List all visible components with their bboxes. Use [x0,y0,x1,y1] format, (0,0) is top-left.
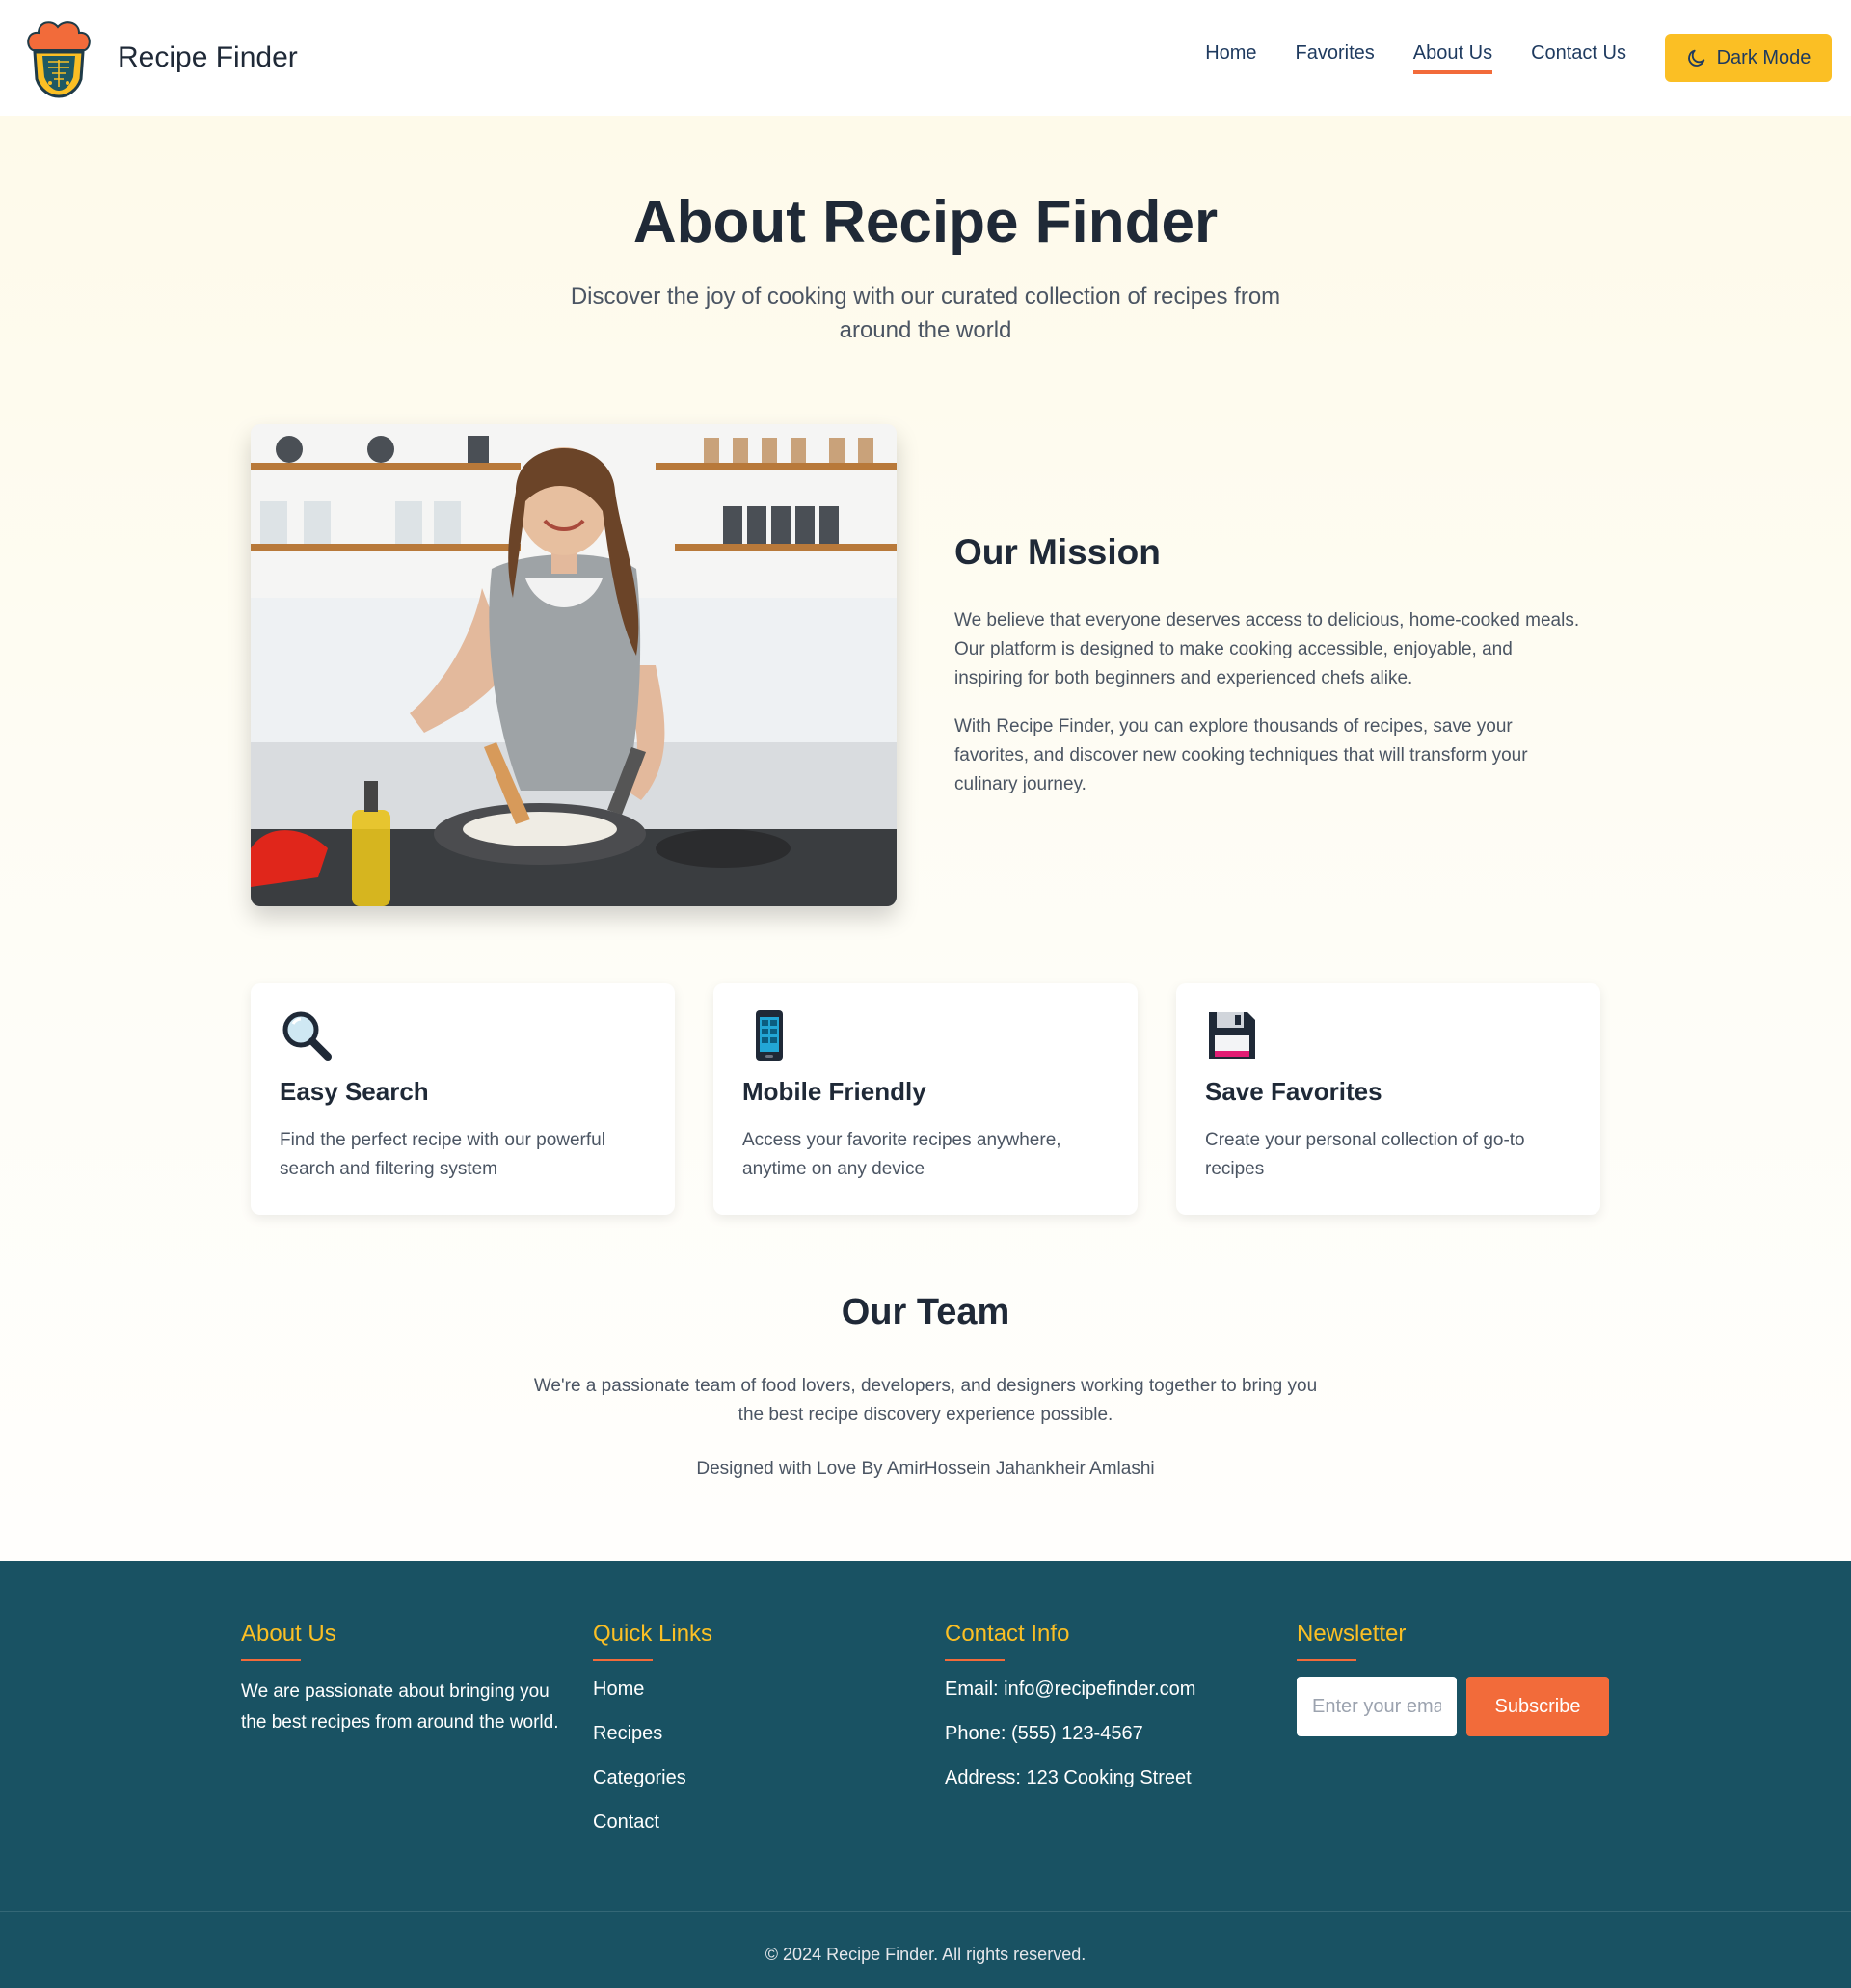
feature-card-easy-search: Easy Search Find the perfect recipe with… [251,983,675,1215]
chef-hat-logo-icon[interactable] [23,17,94,98]
feature-title: Easy Search [280,1077,429,1106]
nav-favorites[interactable]: Favorites [1296,41,1375,74]
dark-mode-label: Dark Mode [1716,46,1811,68]
team-description: We're a passionate team of food lovers, … [533,1376,1318,1425]
nav-contact-us[interactable]: Contact Us [1531,41,1626,74]
features-row: Easy Search Find the perfect recipe with… [251,983,1600,1215]
footer-title-underline [593,1659,653,1661]
footer-contact-phone: Phone: (555) 123-4567 [945,1723,1143,1744]
footer-link-contact[interactable]: Contact [593,1810,911,1835]
feature-desc: Access your favorite recipes anywhere, a… [742,1130,1061,1179]
mobile-phone-icon [756,1010,783,1061]
subscribe-button[interactable]: Subscribe [1466,1677,1609,1736]
page-title: About Recipe Finder [632,189,1219,255]
about-main: About Recipe Finder Discover the joy of … [0,116,1851,1561]
site-header: Recipe Finder Home Favorites About Us Co… [0,0,1851,116]
main-nav: Home Favorites About Us Contact Us [1167,41,1626,74]
mission-section: Our Mission We believe that everyone des… [954,532,1581,819]
footer-quick-links-title: Quick Links [593,1621,713,1647]
footer-newsletter: Newsletter Subscribe [1297,1621,1615,1736]
footer-divider [0,1911,1851,1912]
copyright: © 2024 Recipe Finder. All rights reserve… [765,1945,1086,1964]
footer-about-title: About Us [241,1621,336,1647]
mission-paragraph: With Recipe Finder, you can explore thou… [954,716,1528,794]
newsletter-email-input[interactable] [1297,1677,1457,1736]
brand-name[interactable]: Recipe Finder [118,41,298,74]
site-footer: About Us We are passionate about bringin… [0,1561,1851,1988]
cooking-photo [251,424,897,906]
nav-home[interactable]: Home [1205,41,1256,74]
footer-title-underline [945,1659,1005,1661]
magnifying-glass-icon [282,1011,332,1061]
mission-title: Our Mission [954,532,1161,572]
page-subtitle: Discover the joy of cooking with our cur… [570,283,1281,343]
feature-title: Save Favorites [1205,1077,1382,1106]
mission-paragraph: We believe that everyone deserves access… [954,610,1580,688]
footer-newsletter-title: Newsletter [1297,1621,1407,1647]
footer-contact-address: Address: 123 Cooking Street [945,1767,1192,1788]
nav-about-us[interactable]: About Us [1412,41,1493,74]
footer-about: About Us We are passionate about bringin… [241,1621,559,1738]
newsletter-form: Subscribe [1297,1677,1615,1736]
footer-quick-links: Quick Links Home Recipes Categories Cont… [593,1621,911,1854]
feature-desc: Create your personal collection of go-to… [1205,1130,1525,1179]
footer-contact-title: Contact Info [945,1621,1070,1647]
team-title: Our Team [841,1292,1010,1332]
floppy-disk-icon [1209,1012,1255,1059]
footer-contact-info: Contact Info Email: info@recipefinder.co… [945,1621,1263,1810]
footer-link-categories[interactable]: Categories [593,1765,911,1790]
footer-link-recipes[interactable]: Recipes [593,1721,911,1746]
footer-link-home[interactable]: Home [593,1677,911,1702]
feature-card-save-favorites: Save Favorites Create your personal coll… [1176,983,1600,1215]
feature-desc: Find the perfect recipe with our powerfu… [280,1130,605,1179]
footer-title-underline [1297,1659,1356,1661]
dark-mode-button[interactable]: Dark Mode [1665,34,1832,82]
footer-contact-email: Email: info@recipefinder.com [945,1679,1196,1700]
feature-card-mobile-friendly: Mobile Friendly Access your favorite rec… [713,983,1138,1215]
footer-title-underline [241,1659,301,1661]
designer-credit: Designed with Love By AmirHossein Jahank… [696,1459,1155,1479]
moon-icon [1687,49,1704,67]
feature-title: Mobile Friendly [742,1077,926,1106]
footer-about-text: We are passionate about bringing you the… [241,1681,559,1733]
